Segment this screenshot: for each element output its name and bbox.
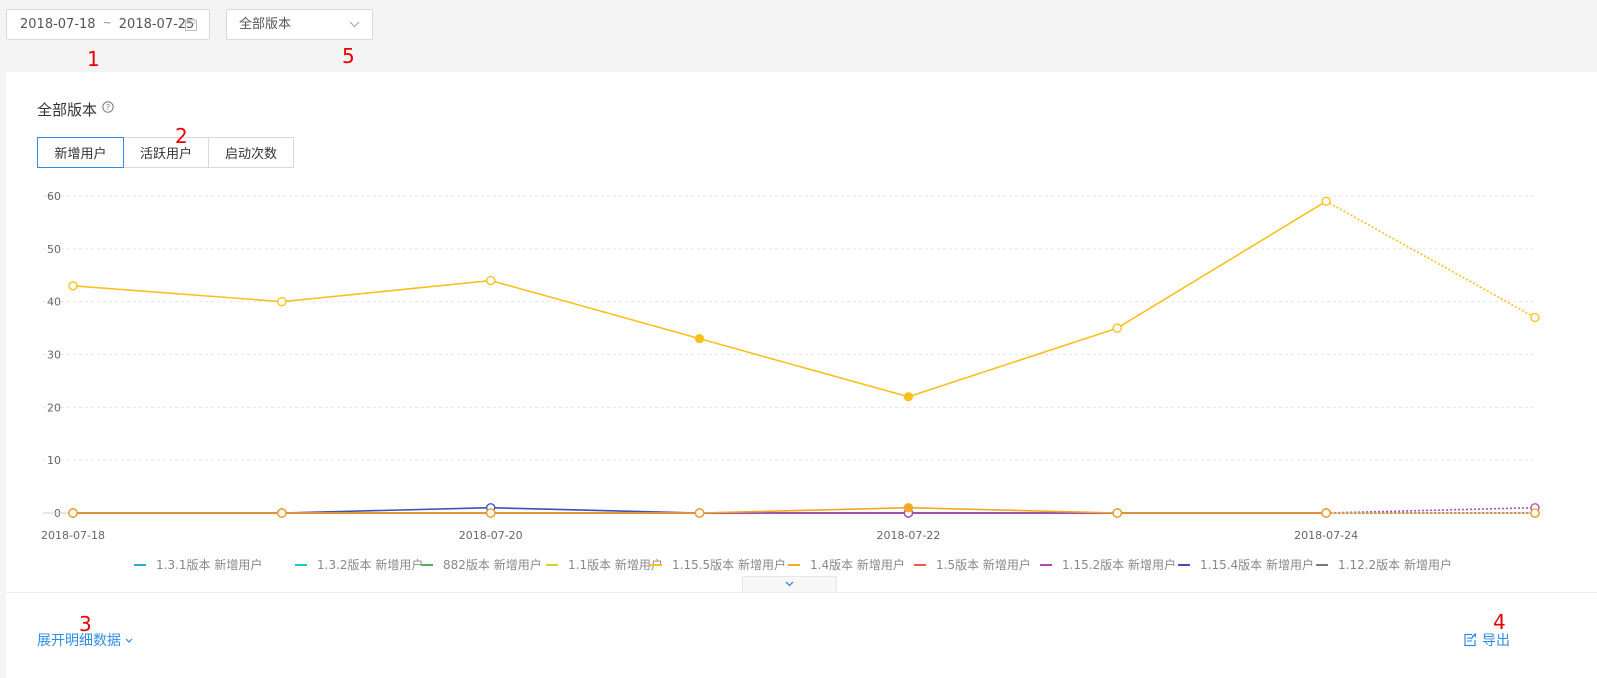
x-tick-label: 2018-07-22 — [876, 529, 940, 542]
annotation-3: 3 — [79, 612, 92, 636]
data-point — [68, 281, 78, 291]
legend-label: 1.15.2版本 新增用户 — [1062, 558, 1176, 572]
data-point — [903, 392, 914, 402]
x-tick-label: 2018-07-24 — [1294, 529, 1358, 542]
legend-collapse-toggle[interactable] — [742, 576, 837, 593]
annotation-2: 2 — [175, 124, 188, 148]
y-tick-label: 10 — [47, 454, 61, 467]
chart-legend: 1.3.1版本 新增用户 1.3.2版本 新增用户 882版本 新增用户 1.1版本 … — [6, 556, 1597, 574]
legend-label: 1.4版本 新增用户 — [810, 558, 905, 572]
chevron-down-icon — [785, 581, 794, 587]
legend-swatch — [134, 563, 146, 566]
divider — [6, 592, 1597, 593]
y-tick-label: 20 — [47, 401, 61, 414]
chevron-down-icon — [125, 638, 133, 643]
chart-panel: 全部版本 ? 新增用户 活跃用户 启动次数 01020304050602018-… — [6, 72, 1597, 678]
calendar-icon — [185, 18, 197, 31]
legend-label: 1.3.2版本 新增用户 — [317, 558, 424, 572]
series-line-partial — [1325, 200, 1536, 319]
y-tick-label: 60 — [47, 190, 61, 203]
data-point — [486, 275, 496, 286]
legend-swatch — [1178, 563, 1190, 566]
legend-label: 1.3.1版本 新增用户 — [156, 558, 263, 572]
legend-label: 1.15.4版本 新增用户 — [1200, 558, 1314, 572]
y-tick-label: 40 — [47, 296, 61, 309]
line-chart: 01020304050602018-07-182018-07-202018-07… — [41, 190, 1540, 542]
legend-label: 1.5版本 新增用户 — [936, 558, 1031, 572]
series-line — [72, 200, 1327, 398]
filter-bar: 2018-07-18 ~ 2018-07-25 全部版本 — [0, 0, 1597, 62]
annotation-4: 4 — [1493, 610, 1506, 634]
legend-label: 1.1版本 新增用户 — [568, 558, 663, 572]
legend-item[interactable]: 1.1版本 新增用户 — [546, 556, 663, 573]
date-end: 2018-07-25 — [118, 17, 195, 32]
date-start: 2018-07-18 — [20, 17, 96, 32]
legend-label: 882版本 新增用户 — [443, 558, 542, 572]
legend-item[interactable]: 1.15.5版本 新增用户 — [650, 556, 786, 573]
tab-new-users[interactable]: 新增用户 — [37, 137, 124, 168]
data-point — [486, 508, 496, 518]
legend-item[interactable]: 1.3.2版本 新增用户 — [295, 556, 423, 573]
legend-item[interactable]: 882版本 新增用户 — [421, 556, 542, 573]
y-tick-label: 30 — [47, 349, 61, 362]
y-tick-label: 50 — [47, 243, 61, 256]
chevron-down-icon — [349, 21, 360, 28]
date-separator: ~ — [102, 16, 112, 29]
version-select-value: 全部版本 — [239, 17, 292, 32]
legend-item[interactable]: 1.12.2版本 新增用户 — [1316, 556, 1452, 573]
annotation-1: 1 — [87, 47, 100, 71]
legend-item[interactable]: 1.15.4版本 新增用户 — [1178, 556, 1314, 573]
data-point — [694, 333, 705, 344]
legend-item[interactable]: 1.5版本 新增用户 — [914, 556, 1031, 573]
data-point — [277, 297, 287, 307]
version-select[interactable]: 全部版本 — [226, 9, 373, 40]
legend-swatch — [788, 563, 800, 566]
legend-label: 1.12.2版本 新增用户 — [1338, 558, 1452, 572]
export-icon — [1464, 633, 1477, 647]
date-range-picker[interactable]: 2018-07-18 ~ 2018-07-25 — [6, 9, 210, 40]
x-tick-label: 2018-07-20 — [459, 529, 523, 542]
legend-item[interactable]: 1.15.2版本 新增用户 — [1040, 556, 1176, 573]
legend-swatch — [650, 563, 662, 566]
data-point — [1321, 196, 1331, 206]
annotation-5: 5 — [342, 44, 355, 68]
legend-swatch — [421, 563, 433, 566]
legend-item[interactable]: 1.3.1版本 新增用户 — [134, 556, 262, 573]
legend-swatch — [1316, 563, 1328, 566]
data-point — [1112, 323, 1122, 333]
data-point — [68, 508, 78, 518]
legend-item[interactable]: 1.4版本 新增用户 — [788, 556, 905, 573]
legend-swatch — [914, 563, 926, 566]
data-point — [1112, 508, 1122, 518]
legend-swatch — [546, 563, 558, 566]
data-point — [1530, 312, 1540, 323]
legend-label: 1.15.5版本 新增用户 — [672, 558, 786, 572]
data-point — [1321, 508, 1331, 518]
data-point — [694, 508, 705, 518]
data-point — [1530, 508, 1540, 518]
legend-swatch — [1040, 563, 1052, 566]
x-tick-label: 2018-07-18 — [41, 529, 105, 542]
data-point — [277, 508, 287, 518]
legend-swatch — [295, 563, 307, 566]
data-point — [903, 503, 914, 513]
